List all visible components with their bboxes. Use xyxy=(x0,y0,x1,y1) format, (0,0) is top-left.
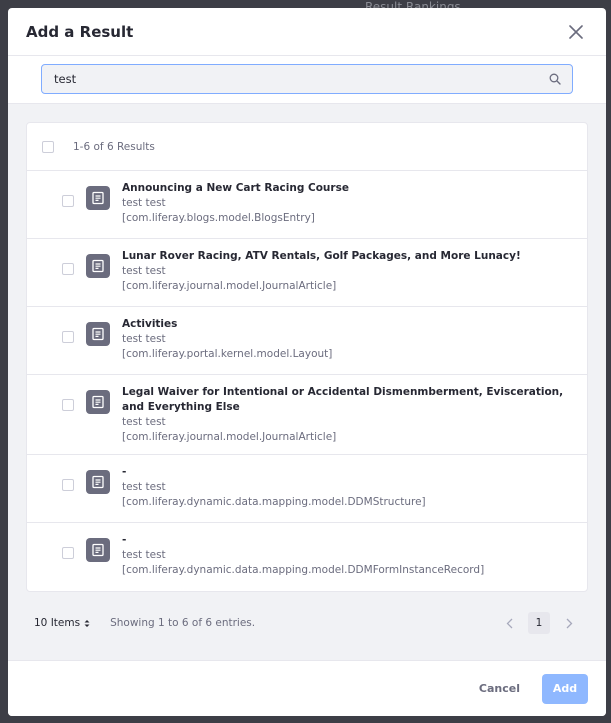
result-title: - xyxy=(122,534,127,546)
result-row[interactable]: Activities test test [com.liferay.portal.k… xyxy=(27,307,587,375)
result-title: Legal Waiver for Intentional or Accident… xyxy=(122,386,564,413)
add-button[interactable]: Add xyxy=(542,673,588,704)
result-title: - xyxy=(122,466,127,478)
result-text: - test test [com.liferay.dynamic.data.mapp… xyxy=(122,533,484,582)
previous-page-button[interactable] xyxy=(498,612,520,634)
result-row[interactable]: Lunar Rover Racing, ATV Rentals, Golf Pa… xyxy=(27,239,587,307)
modal-body: 1-6 of 6 Results Announcing a New Cart R… xyxy=(8,104,606,660)
cancel-button[interactable]: Cancel xyxy=(469,674,530,703)
result-row[interactable]: Legal Waiver for Intentional or Accident… xyxy=(27,375,587,455)
result-author: test test xyxy=(122,549,166,561)
result-author: test test xyxy=(122,481,166,493)
document-icon xyxy=(86,254,110,278)
items-per-page-select[interactable]: 10 Items xyxy=(34,617,90,629)
modal-header: Add a Result xyxy=(8,8,606,56)
result-author: test test xyxy=(122,416,166,428)
document-icon xyxy=(86,390,110,414)
close-icon xyxy=(569,24,583,39)
result-author: test test xyxy=(122,265,166,277)
result-type: [com.liferay.dynamic.data.mapping.model.… xyxy=(122,496,426,508)
result-row[interactable]: Announcing a New Cart Racing Course test … xyxy=(27,171,587,239)
result-title: Lunar Rover Racing, ATV Rentals, Golf Pa… xyxy=(122,250,521,262)
result-author: test test xyxy=(122,197,166,209)
search-icon[interactable] xyxy=(549,73,561,85)
result-checkbox[interactable] xyxy=(62,399,74,411)
document-icon xyxy=(86,186,110,210)
result-checkbox[interactable] xyxy=(62,479,74,491)
select-all-checkbox[interactable] xyxy=(42,140,54,153)
chevron-right-icon xyxy=(566,618,572,628)
search-bar xyxy=(8,56,606,104)
result-type: [com.liferay.dynamic.data.mapping.model.… xyxy=(122,564,485,576)
chevron-left-icon xyxy=(506,618,512,628)
document-icon xyxy=(86,538,110,562)
pagination-bar: 10 Items Showing 1 to 6 of 6 entries. 1 xyxy=(26,592,588,654)
results-count: 1-6 of 6 Results xyxy=(73,140,155,153)
result-text: Legal Waiver for Intentional or Accident… xyxy=(122,385,567,445)
result-type: [com.liferay.journal.model.JournalArticl… xyxy=(122,280,337,292)
search-box xyxy=(41,64,573,94)
result-text: Announcing a New Cart Racing Course test … xyxy=(122,181,349,229)
close-button[interactable] xyxy=(562,18,590,46)
results-list: 1-6 of 6 Results Announcing a New Cart R… xyxy=(26,122,588,592)
result-title: Activities xyxy=(122,318,178,330)
result-row[interactable]: - test test [com.liferay.dynamic.data.mapp… xyxy=(27,523,587,591)
result-row[interactable]: - test test [com.liferay.dynamic.data.mapp… xyxy=(27,455,587,523)
showing-entries-text: Showing 1 to 6 of 6 entries. xyxy=(110,617,256,629)
document-icon xyxy=(86,322,110,346)
result-type: [com.liferay.blogs.model.BlogsEntry] xyxy=(122,212,315,224)
add-result-modal: Add a Result 1-6 of 6 Results Announcing… xyxy=(8,8,606,716)
next-page-button[interactable] xyxy=(558,612,580,634)
result-type: [com.liferay.portal.kernel.model.Layout] xyxy=(122,348,333,360)
result-text: - test test [com.liferay.dynamic.data.mapp… xyxy=(122,465,426,513)
modal-footer: Cancel Add xyxy=(8,660,606,716)
modal-title: Add a Result xyxy=(26,22,134,41)
result-type: [com.liferay.journal.model.JournalArticl… xyxy=(122,431,337,443)
result-author: test test xyxy=(122,333,166,345)
result-title: Announcing a New Cart Racing Course xyxy=(122,182,349,194)
document-icon xyxy=(86,470,110,494)
result-text: Activities test test [com.liferay.portal.k… xyxy=(122,317,332,365)
items-per-page-label: 10 Items xyxy=(34,617,81,629)
result-checkbox[interactable] xyxy=(62,263,74,275)
results-header: 1-6 of 6 Results xyxy=(27,123,587,171)
result-checkbox[interactable] xyxy=(62,547,74,559)
result-checkbox[interactable] xyxy=(62,195,74,207)
search-input[interactable] xyxy=(42,65,572,93)
page-1-button[interactable]: 1 xyxy=(528,612,550,634)
caret-double-icon xyxy=(84,619,90,627)
result-text: Lunar Rover Racing, ATV Rentals, Golf Pa… xyxy=(122,249,521,297)
result-checkbox[interactable] xyxy=(62,331,74,343)
